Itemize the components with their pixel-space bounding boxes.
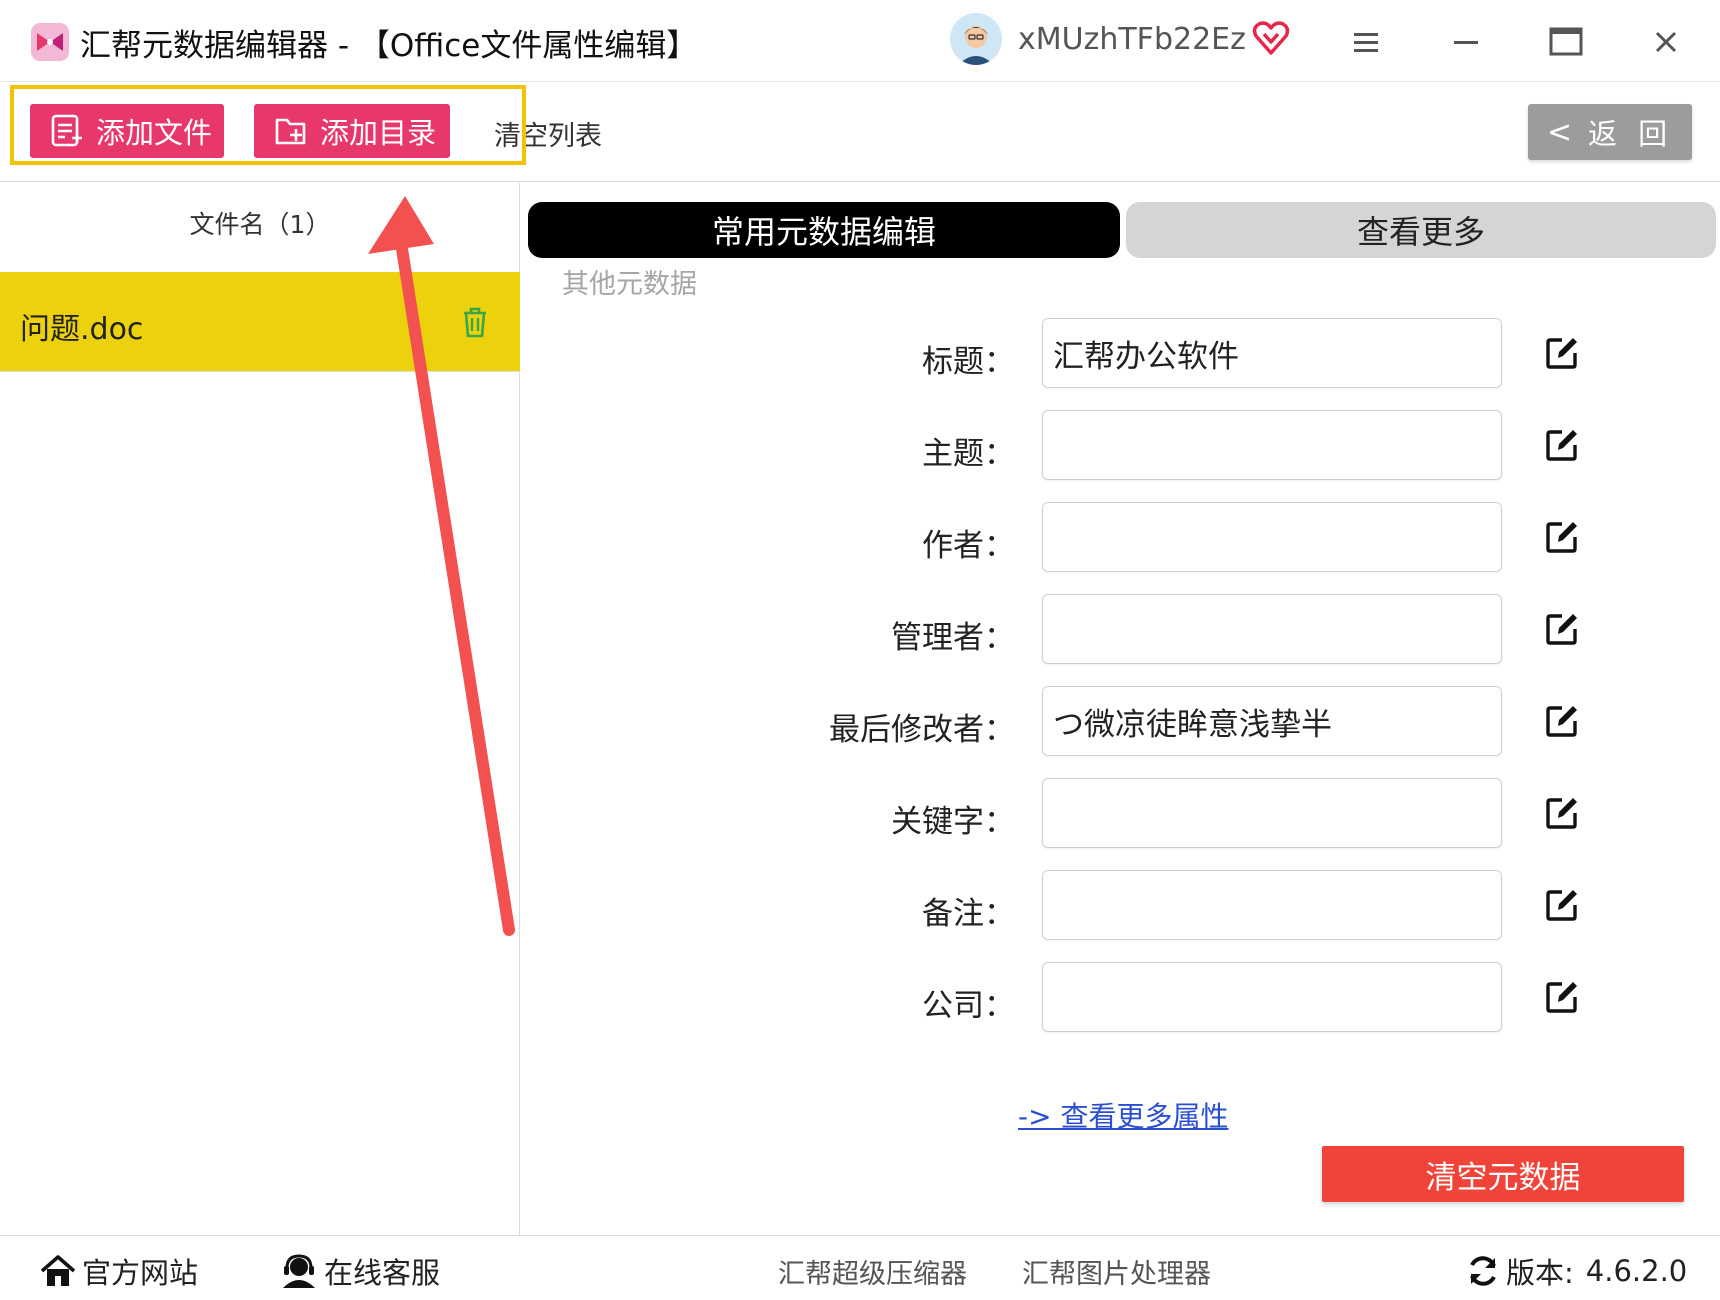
official-website-label: 官方网站 [82,1256,199,1290]
trash-icon[interactable] [460,306,490,338]
author-label: 作者： [922,528,1015,564]
close-button[interactable] [1646,22,1686,62]
last-modified-by-label: 最后修改者： [829,712,1015,748]
edit-icon[interactable] [1544,795,1580,831]
support-icon [283,1254,315,1288]
keywords-field[interactable] [1042,778,1502,848]
username[interactable]: xMUzhTFb22Ez [1018,22,1246,57]
keywords-label: 关键字： [891,804,1015,840]
tab-view-more[interactable]: 查看更多 [1126,202,1716,258]
file-name: 问题.doc [20,312,144,347]
minimize-icon [1454,41,1478,44]
add-directory-label: 添加目录 [320,116,437,150]
last-modified-by-field[interactable] [1042,686,1502,756]
title-field[interactable] [1042,318,1502,388]
tab-common-metadata[interactable]: 常用元数据编辑 [528,202,1120,258]
minimize-button[interactable] [1446,22,1486,62]
add-folder-icon [275,118,306,145]
official-website-link[interactable]: 官方网站 [40,1250,198,1292]
refresh-icon [1470,1256,1496,1286]
edit-icon[interactable] [1544,519,1580,555]
window-title: 汇帮元数据编辑器 - 【Office文件属性编辑】 [80,28,698,64]
avatar[interactable] [950,13,1002,65]
clear-list-button[interactable]: 清空列表 [494,114,602,153]
user-avatar-icon [950,13,1002,65]
app-logo-icon [31,23,69,61]
clear-metadata-button[interactable]: 清空元数据 [1322,1146,1684,1202]
version-info[interactable]: 版本: 4.6.2.0 [1466,1250,1687,1292]
comments-field[interactable] [1042,870,1502,940]
menu-icon [1354,33,1378,52]
close-icon [1655,31,1677,53]
title-label: 标题： [922,344,1015,380]
online-support-link[interactable]: 在线客服 [280,1250,440,1292]
compressor-link[interactable]: 汇帮超级压缩器 [778,1252,967,1291]
version-label: 版本: [1506,1256,1574,1290]
company-field[interactable] [1042,962,1502,1032]
edit-icon[interactable] [1544,979,1580,1015]
back-button[interactable]: < 返 回 [1528,104,1692,160]
online-support-label: 在线客服 [324,1256,441,1290]
back-label: 返 回 [1587,117,1674,151]
manager-field[interactable] [1042,594,1502,664]
author-field[interactable] [1042,502,1502,572]
edit-icon[interactable] [1544,427,1580,463]
menu-button[interactable] [1346,22,1386,62]
chevron-left-icon: < [1546,114,1572,150]
edit-icon[interactable] [1544,335,1580,371]
subject-label: 主题： [922,436,1015,472]
comments-label: 备注： [922,896,1015,932]
company-label: 公司： [922,988,1015,1024]
edit-icon[interactable] [1544,703,1580,739]
add-file-label: 添加文件 [96,116,213,150]
view-more-properties-link[interactable]: -> 查看更多属性 [1018,1095,1228,1135]
edit-icon[interactable] [1544,611,1580,647]
version-number: 4.6.2.0 [1585,1254,1688,1288]
file-list-item[interactable]: 问题.doc [0,272,520,372]
tab-other-metadata[interactable]: 其他元数据 [562,262,697,301]
maximize-button[interactable] [1546,22,1586,62]
add-file-icon [51,114,82,147]
vip-heart-icon[interactable] [1252,20,1290,56]
manager-label: 管理者： [891,620,1015,656]
app-window: 汇帮元数据编辑器 - 【Office文件属性编辑】 xMUzhTFb22Ez 添… [0,0,1720,1300]
add-directory-button[interactable]: 添加目录 [254,104,450,158]
image-processor-link[interactable]: 汇帮图片处理器 [1022,1252,1211,1291]
maximize-icon [1549,27,1583,56]
add-file-button[interactable]: 添加文件 [30,104,224,158]
file-list-header: 文件名（1） [189,210,331,239]
edit-icon[interactable] [1544,887,1580,923]
home-icon [40,1255,76,1286]
subject-field[interactable] [1042,410,1502,480]
file-list-panel: 文件名（1） 问题.doc [0,183,520,1235]
